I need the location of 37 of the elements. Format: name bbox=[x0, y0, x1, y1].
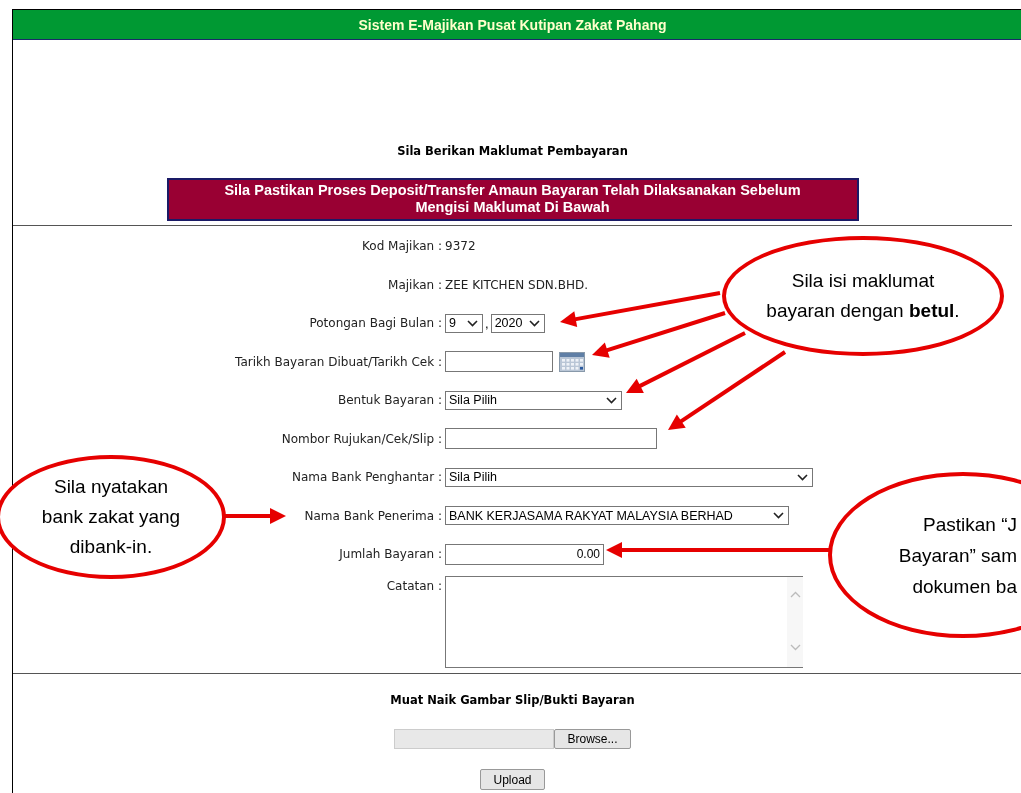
field-value: 9372 bbox=[445, 239, 476, 254]
field-label: Nama Bank Penerima : bbox=[304, 508, 442, 523]
upload-button[interactable]: Upload bbox=[480, 769, 545, 790]
field-label: Majikan : bbox=[388, 277, 442, 292]
field-value: ZEE KITCHEN SDN.BHD. bbox=[445, 277, 588, 292]
date-input[interactable] bbox=[445, 351, 553, 373]
chevron-down-icon bbox=[773, 512, 784, 520]
dropdown-select[interactable]: BANK KERJASAMA RAKYAT MALAYSIA BERHAD bbox=[445, 506, 789, 526]
field-label: Kod Majikan : bbox=[362, 239, 442, 254]
browse-button[interactable]: Browse... bbox=[554, 729, 631, 749]
chevron-down-icon bbox=[467, 319, 478, 327]
amount-input[interactable]: 0.00 bbox=[445, 543, 604, 565]
app-title: Sistem E-Majikan Pusat Kutipan Zakat Pahang bbox=[358, 16, 667, 33]
field-label: Nama Bank Penghantar : bbox=[292, 470, 442, 485]
calendar-icon[interactable] bbox=[559, 351, 585, 372]
callout-text: Sila nyatakan bank zakat yang dibank-in. bbox=[41, 475, 181, 559]
field-label: Potongan Bagi Bulan : bbox=[309, 316, 442, 331]
dropdown-select[interactable]: Sila Pilih bbox=[445, 467, 813, 487]
field-label: Nombor Rujukan/Cek/Slip : bbox=[281, 431, 442, 446]
field-label: Catatan : bbox=[386, 578, 442, 593]
separator-text: , bbox=[485, 315, 489, 331]
upload-title: Muat Naik Gambar Slip/Bukti Bayaran bbox=[390, 693, 635, 707]
text-input[interactable] bbox=[445, 428, 657, 450]
field-label: Bentuk Bayaran : bbox=[337, 393, 442, 408]
callout-text: Sila isi maklumat bayaran dengan betul. bbox=[766, 269, 960, 323]
file-path-field[interactable] bbox=[394, 729, 555, 749]
section-title: Sila Berikan Maklumat Pembayaran bbox=[397, 144, 628, 158]
month-select[interactable]: 9 bbox=[445, 313, 483, 333]
notice-banner: Sila Pastikan Proses Deposit/Transfer Amaun Bayaran Telah Dilaksanakan Sebelum Mengisi Maklumat Di Bawah bbox=[166, 178, 859, 221]
callout-text: Pastikan “J Bayaran” sam dokumen ba bbox=[898, 512, 1017, 599]
chevron-down-icon bbox=[797, 473, 808, 481]
year-select[interactable]: 2020 bbox=[490, 313, 545, 333]
chevron-down-icon bbox=[528, 319, 540, 327]
field-label: Tarikh Bayaran Dibuat/Tarikh Cek : bbox=[235, 354, 442, 369]
dropdown-select[interactable]: Sila Pilih bbox=[445, 390, 622, 410]
field-label: Jumlah Bayaran : bbox=[339, 547, 442, 562]
chevron-down-icon bbox=[606, 396, 617, 404]
